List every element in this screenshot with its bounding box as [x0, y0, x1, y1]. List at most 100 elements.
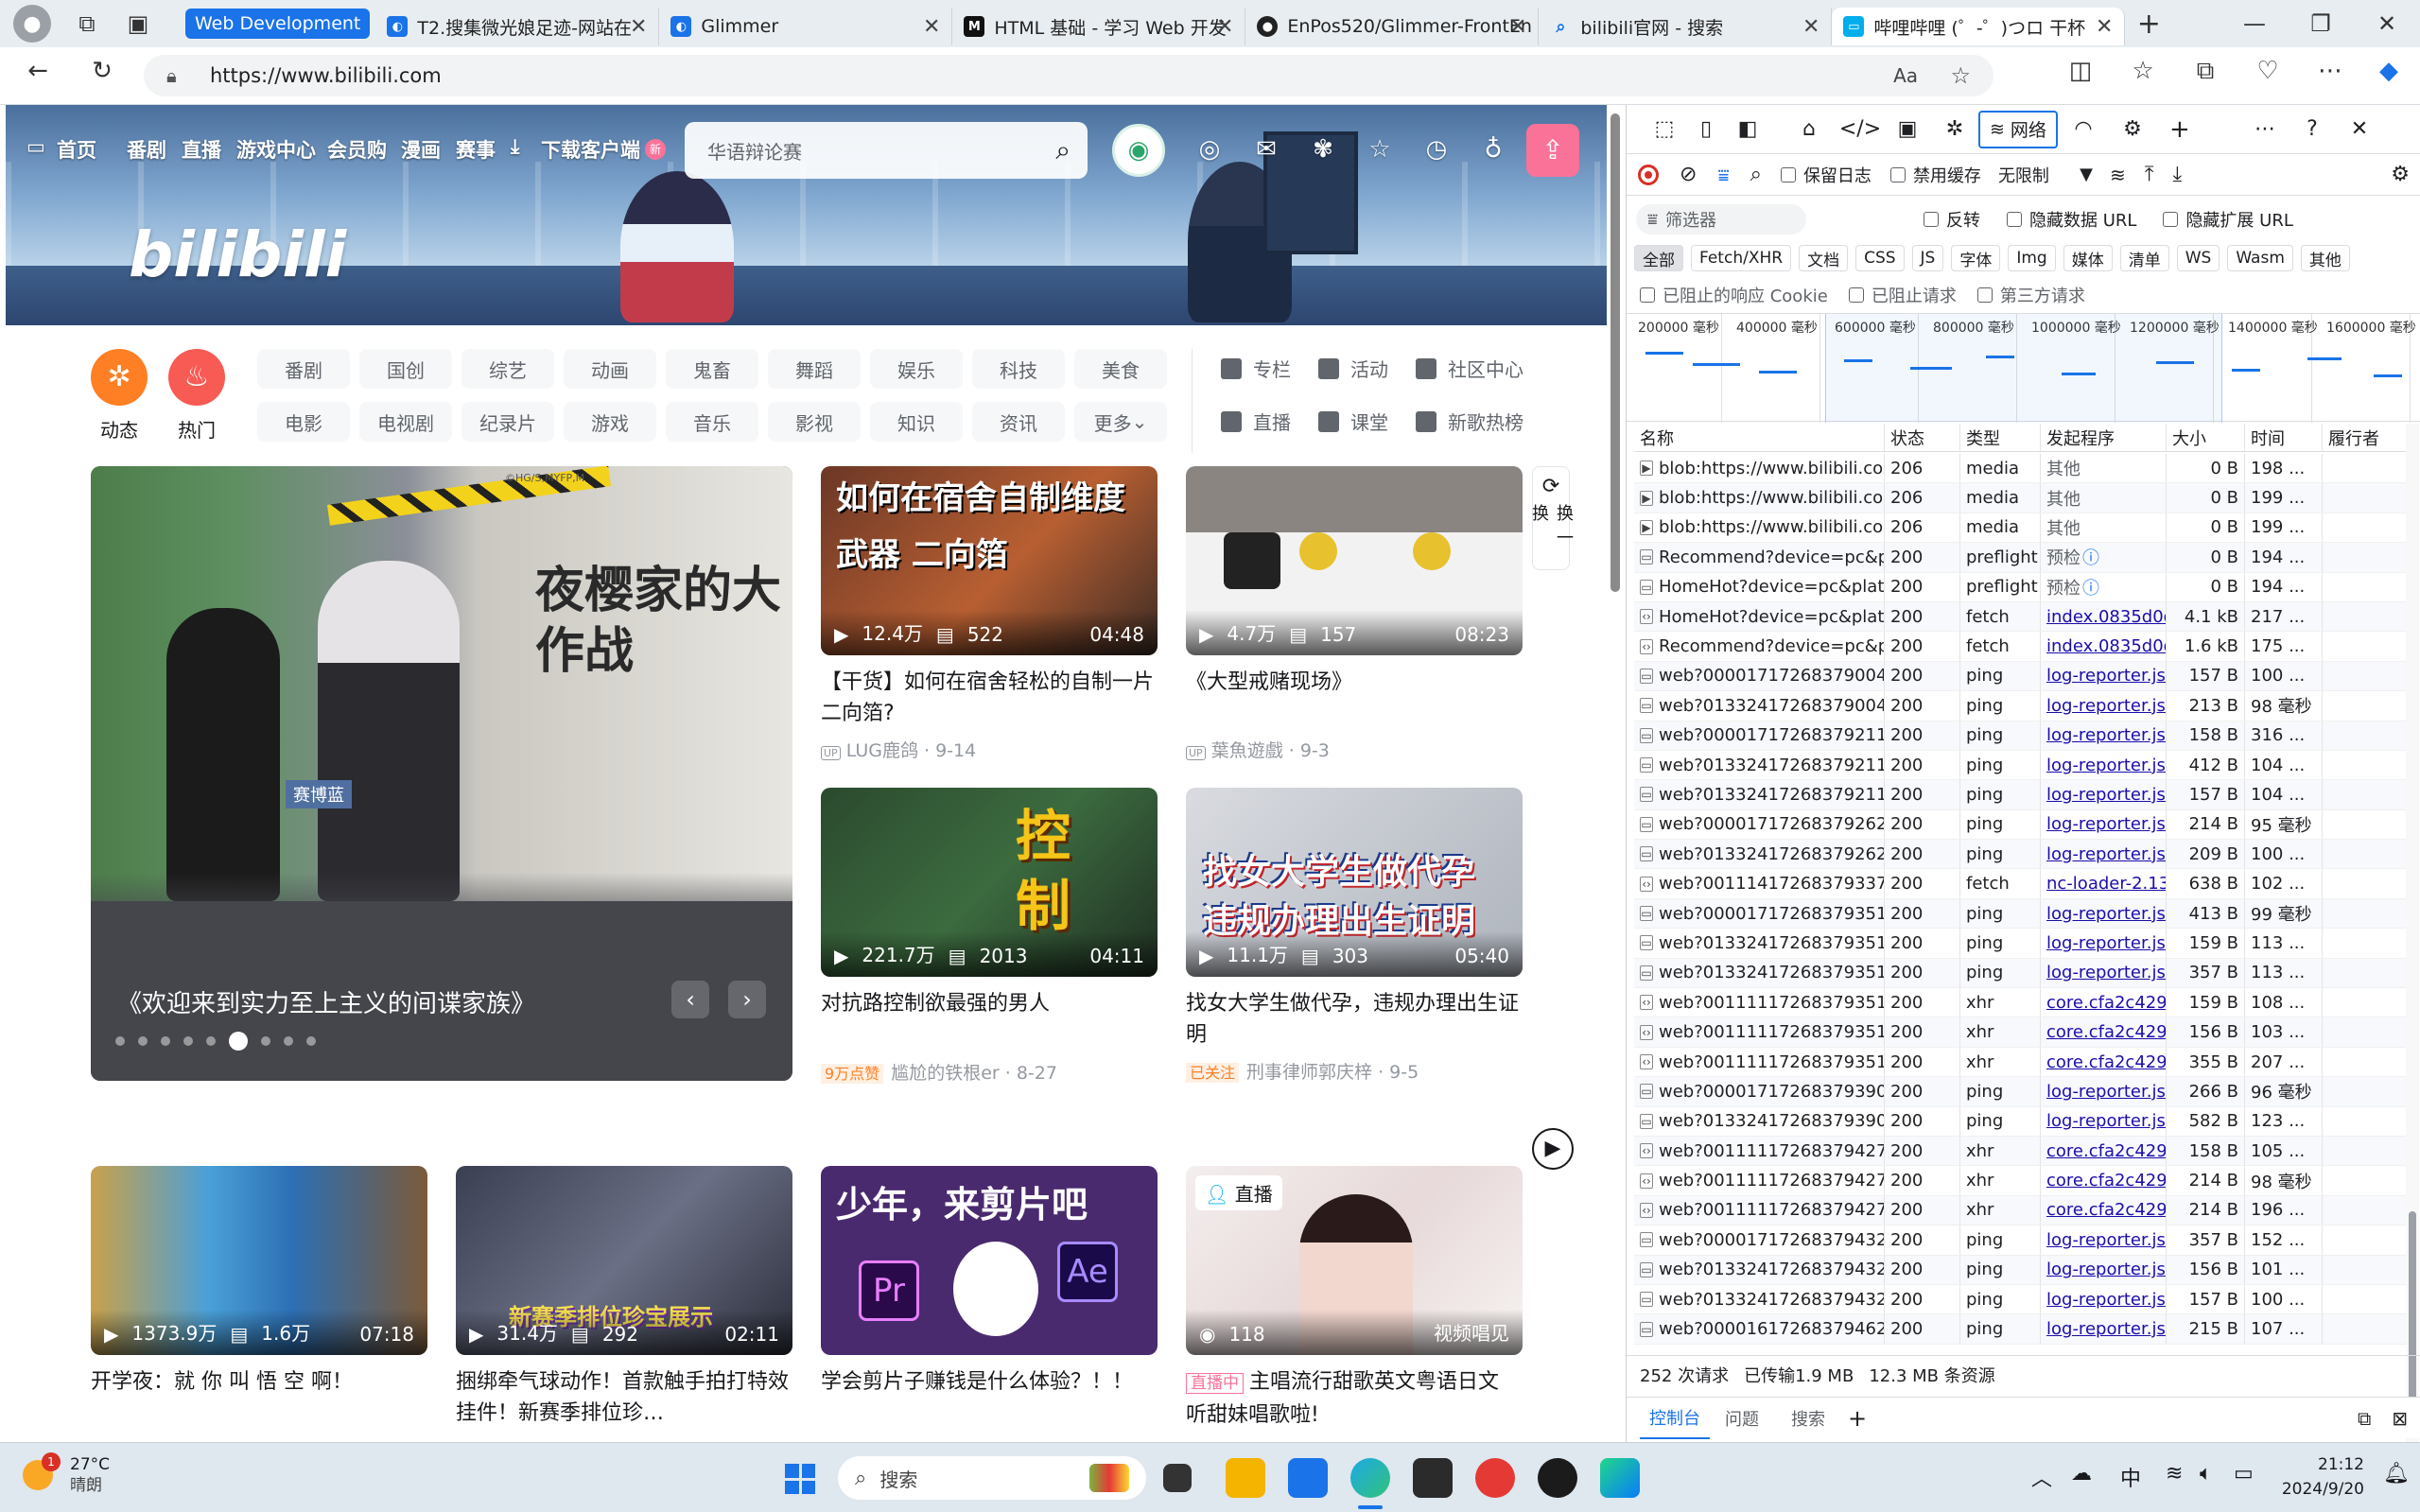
close-icon[interactable]: ✕ — [923, 15, 940, 39]
channel-chip[interactable]: 音乐 — [666, 402, 758, 442]
video-card[interactable]: 少年，来剪片吧 Pr Ae 学会剪片子赚钱是什么体验？！！ — [821, 1166, 1158, 1429]
initiator[interactable]: log-reporter.js:2 — [2041, 958, 2167, 988]
video-thumbnail[interactable]: ▶︎ 1373.9万 ▤ 1.6万 07:18 — [91, 1166, 427, 1355]
weather-widget[interactable]: 1 27°C 晴朗 — [23, 1452, 110, 1496]
channel-chip[interactable]: 综艺 — [461, 349, 554, 389]
blocked-cookies-checkbox[interactable] — [1640, 287, 1655, 303]
initiator[interactable]: log-reporter.js:2 — [2041, 1284, 2167, 1314]
ime-indicator[interactable]: 中 — [2120, 1462, 2141, 1492]
video-title[interactable]: 对抗路控制欲最强的男人 — [821, 988, 1158, 1019]
video-thumbnail[interactable]: 如何在宿舍自制维度武器 二向箔 ▶︎ 12.4万 ▤ 522 04:48 — [821, 466, 1158, 655]
initiator[interactable]: index.0835d0d0... — [2041, 601, 2167, 632]
table-row[interactable]: ‹› web?001114172683793379...200 fetch nc-lo… — [1634, 869, 2406, 899]
hot-button[interactable]: ♨ — [168, 349, 225, 406]
video-title[interactable]: 《大型戒赌现场》 — [1186, 667, 1523, 729]
export-icon[interactable]: ⤓ — [2172, 163, 2182, 186]
carousel-title[interactable]: 《欢迎来到实力至上主义的间谍家族》 — [117, 984, 535, 1019]
type-filter[interactable]: 文档 — [1799, 245, 1849, 271]
table-row[interactable]: ▭ web?000017172683790049...200 ping log-rep… — [1634, 661, 2406, 692]
network-timeline-overview[interactable]: 200000 毫秒 400000 毫秒 600000 毫秒 800000 毫秒 1000… — [1627, 313, 2420, 423]
table-row[interactable]: ▭ web?013324172683793901...200 ping log-rep… — [1634, 1106, 2406, 1137]
video-thumbnail[interactable]: 找女大学生做代孕 违规办理出生证明 ▶︎ 11.1万 ▤ 303 05:40 — [1186, 788, 1523, 977]
initiator[interactable]: log-reporter.js:2 — [2041, 1314, 2167, 1344]
initiator[interactable]: log-reporter.js:2 — [2041, 1106, 2167, 1136]
third-party-checkbox[interactable] — [1976, 287, 1993, 303]
history-icon[interactable]: ◷ — [1420, 133, 1453, 165]
channel-chip[interactable]: 电视剧 — [359, 402, 452, 442]
drawer-tab-issues[interactable]: 问题 — [1725, 1406, 1759, 1431]
tab-mdn-html[interactable]: M HTML 基础 - 学习 Web 开发 ✕ — [952, 8, 1246, 45]
channel-chip[interactable]: 国创 — [359, 349, 452, 389]
store-icon[interactable] — [1288, 1458, 1328, 1498]
qq-icon[interactable] — [1538, 1458, 1577, 1498]
table-row[interactable]: ▭ web?013324172683793518...200 ping log-rep… — [1634, 929, 2406, 959]
throttle-select[interactable]: 无限制 ▼ — [1998, 163, 2093, 187]
table-row[interactable]: ▭ web?000017172683792625...200 ping log-rep… — [1634, 809, 2406, 841]
initiator[interactable]: log-reporter.js:2 — [2041, 809, 2167, 840]
search-input[interactable]: 华语辩论赛 ⌕ — [685, 122, 1088, 179]
window-close-button[interactable]: ✕ — [2354, 10, 2420, 37]
type-filter[interactable]: Img — [2008, 245, 2056, 271]
clock[interactable]: 21:12 2024/9/20 — [2279, 1452, 2364, 1502]
channel-chip[interactable]: 番剧 — [257, 349, 350, 389]
hide-ext-url-checkbox[interactable] — [2163, 212, 2179, 227]
channel-chip[interactable]: 影视 — [768, 402, 861, 442]
initiator[interactable]: core.cfa2c429.js:... — [2041, 1195, 2167, 1225]
video-card[interactable]: 新赛季排位珍宝展示 ▶︎31.4万▤29202:11 捆绑牵气球动作！首款触手拍… — [456, 1166, 792, 1429]
table-row[interactable]: ‹› web?001111172683793518...200 xhr core.cf… — [1634, 988, 2406, 1018]
initiator[interactable]: 其他 — [2041, 513, 2167, 543]
table-row[interactable]: ▶ blob:https://www.bilibili.co... 206 media… — [1634, 454, 2406, 484]
type-filter[interactable]: 全部 — [1634, 245, 1683, 271]
table-row[interactable]: ▭ web?013324172683794326...200 ping log-rep… — [1634, 1284, 2406, 1315]
console-icon[interactable]: ▣ — [1884, 117, 1931, 141]
channel-chip[interactable]: 科技 — [972, 349, 1065, 389]
onedrive-icon[interactable]: ☁ — [2071, 1462, 2092, 1486]
initiator[interactable]: log-reporter.js:2 — [2041, 721, 2167, 750]
help-icon[interactable]: ? — [2289, 117, 2336, 141]
carousel-next-button[interactable]: › — [728, 981, 766, 1018]
carousel-dot[interactable] — [261, 1036, 270, 1046]
link-course[interactable]: 课堂 — [1318, 408, 1388, 435]
nav-manga[interactable]: 漫画 — [401, 135, 441, 164]
type-filter[interactable]: WS — [2176, 245, 2220, 271]
type-filter[interactable]: Wasm — [2227, 245, 2293, 271]
carousel-dot[interactable] — [306, 1036, 316, 1046]
initiator[interactable]: log-reporter.js:2 — [2041, 840, 2167, 869]
filter-toggle-icon[interactable]: ⩸ — [1717, 164, 1729, 186]
favorites-icon[interactable]: ☆ — [2124, 57, 2162, 85]
initiator[interactable]: 预检 ⓘ — [2041, 543, 2167, 572]
column-header[interactable]: 发起程序 — [2041, 424, 2167, 451]
read-aloud-icon[interactable]: Aa — [1893, 64, 1918, 87]
tab-group-web-development[interactable]: Web Development — [185, 9, 371, 39]
drawer-dock-icon[interactable]: ⧉ — [2358, 1407, 2371, 1430]
link-new-songs[interactable]: 新歌热榜 — [1416, 408, 1523, 435]
more-icon[interactable]: ⋯ — [2241, 117, 2289, 141]
link-column[interactable]: 专栏 — [1221, 355, 1291, 382]
filter-input[interactable]: ⩸ 筛选器 — [1636, 204, 1806, 235]
carousel-dot[interactable] — [284, 1036, 293, 1046]
initiator[interactable]: log-reporter.js:2 — [2041, 750, 2167, 780]
video-title[interactable]: 捆绑牵气球动作！首款触手拍打特效挂件！新赛季排位珍… — [456, 1366, 792, 1429]
windows-start-icon[interactable] — [785, 1464, 815, 1494]
initiator[interactable]: log-reporter.js:2 — [2041, 1225, 2167, 1255]
preserve-log-checkbox[interactable] — [1780, 166, 1796, 182]
table-row[interactable]: ▭ web?000016172683794621...200 ping log-rep… — [1634, 1314, 2406, 1345]
profile-avatar[interactable]: ● — [13, 5, 51, 43]
channel-chip[interactable]: 游戏 — [564, 402, 656, 442]
table-row[interactable]: ▭ web?000017172683792114...200 ping log-rep… — [1634, 721, 2406, 751]
replay-button[interactable]: ▶ — [1532, 1128, 1574, 1170]
upload-button[interactable]: ⇪ — [1526, 124, 1579, 177]
initiator[interactable]: core.cfa2c429.js:... — [2041, 1017, 2167, 1047]
initiator[interactable]: log-reporter.js:2 — [2041, 929, 2167, 958]
drawer-add-icon[interactable]: + — [1848, 1405, 1867, 1432]
nav-download-client[interactable]: 下载客户端 — [541, 135, 640, 164]
home-icon[interactable]: ⌂ — [1782, 117, 1837, 141]
table-row[interactable]: ▭ web?000017172683793518...200 ping log-rep… — [1634, 898, 2406, 930]
video-card[interactable]: 找女大学生做代孕 违规办理出生证明 ▶︎ 11.1万 ▤ 303 05:40 找女大学生… — [1186, 788, 1523, 1084]
close-icon[interactable]: ✕ — [1216, 15, 1233, 39]
task-view-icon[interactable] — [1163, 1464, 1192, 1492]
wifi-icon[interactable]: ≋ — [2166, 1462, 2183, 1486]
elements-icon[interactable]: </> — [1837, 117, 1884, 141]
notification-icon[interactable]: 🔔︎ — [2383, 1462, 2410, 1486]
browser-essentials-icon[interactable]: ♡ — [2249, 57, 2287, 85]
